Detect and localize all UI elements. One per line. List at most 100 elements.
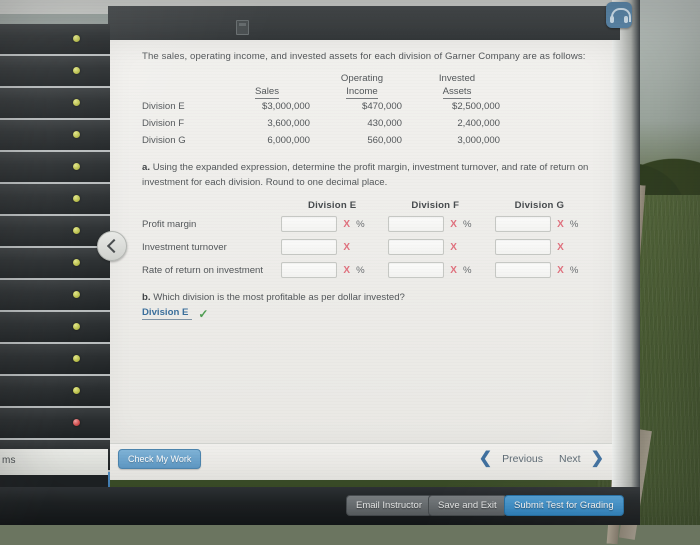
- navigator-row-9[interactable]: [0, 280, 110, 312]
- check-my-work-button[interactable]: Check My Work: [118, 449, 202, 469]
- save-and-exit-button[interactable]: Save and Exit: [428, 495, 507, 516]
- incorrect-mark-icon: X: [450, 264, 457, 276]
- navigator-row-2[interactable]: [0, 56, 110, 88]
- rate-of-return-input-g[interactable]: [495, 262, 552, 279]
- next-button[interactable]: Next: [553, 453, 587, 465]
- answer-cell-f: X: [388, 239, 495, 256]
- status-dot-answered: [73, 355, 80, 362]
- table-row: Division E $3,000,000 $470,000 $2,500,00…: [142, 98, 512, 115]
- answer-row-investment-turnover: Investment turnover X X X: [142, 237, 602, 257]
- status-dot-answered: [73, 163, 80, 170]
- row-invested-assets: $2,500,000: [451, 101, 500, 113]
- page-footer: Check My Work ❮ Previous Next ❯: [110, 443, 612, 480]
- chevron-right-icon[interactable]: ❯: [591, 451, 604, 467]
- question-intro: The sales, operating income, and investe…: [142, 51, 586, 62]
- status-dot-answered: [73, 387, 80, 394]
- unit-percent: %: [569, 218, 579, 230]
- incorrect-mark-icon: X: [557, 218, 564, 230]
- investment-turnover-input-f[interactable]: [388, 239, 445, 256]
- answer-row-label: Profit margin: [142, 218, 197, 230]
- status-dot-answered: [73, 291, 80, 298]
- table-row: Division F 3,600,000 430,000 2,400,000: [142, 115, 512, 132]
- profit-margin-input-f[interactable]: [388, 216, 445, 233]
- email-instructor-button[interactable]: Email Instructor: [346, 495, 432, 516]
- submit-test-button[interactable]: Submit Test for Grading: [504, 495, 624, 516]
- navigator-row-3[interactable]: [0, 88, 110, 120]
- investment-turnover-input-e[interactable]: [281, 239, 338, 256]
- status-dot-answered: [73, 131, 80, 138]
- navigator-row-10[interactable]: [0, 312, 110, 344]
- navigator-row-1[interactable]: [0, 24, 110, 56]
- navigator-row-5[interactable]: [0, 152, 110, 184]
- part-b-text: Which division is the most profitable as…: [153, 292, 405, 304]
- headset-band: [611, 8, 631, 22]
- header-invested-line1: Invested: [438, 73, 476, 85]
- answer-row-label: Rate of return on investment: [142, 264, 264, 276]
- row-division-label: Division G: [142, 135, 186, 147]
- header-corner: [142, 72, 224, 85]
- question-navigator-panel[interactable]: [0, 24, 110, 504]
- incorrect-mark-icon: X: [557, 241, 564, 253]
- check-icon: ✓: [198, 306, 209, 321]
- answer-cell-e: X %: [281, 262, 388, 279]
- table-body: Division E $3,000,000 $470,000 $2,500,00…: [142, 98, 512, 149]
- header-income: Income: [346, 86, 378, 100]
- navigator-row-13[interactable]: [0, 408, 110, 440]
- navigator-row-12[interactable]: [0, 376, 110, 408]
- previous-button[interactable]: Previous: [496, 453, 549, 465]
- header-assets: Assets: [442, 86, 472, 100]
- part-b-answer-value[interactable]: Division E: [142, 307, 193, 321]
- headset-earcup-left: [610, 16, 614, 23]
- navigator-row-8[interactable]: [0, 248, 110, 280]
- status-dot-answered: [73, 195, 80, 202]
- status-dot-answered: [73, 99, 80, 106]
- incorrect-mark-icon: X: [557, 264, 564, 276]
- navigator-row-6[interactable]: [0, 184, 110, 216]
- profit-margin-input-g[interactable]: [495, 216, 552, 233]
- rate-of-return-input-f[interactable]: [388, 262, 445, 279]
- chevron-left-icon: [106, 238, 122, 254]
- question-content: The sales, operating income, and investe…: [142, 50, 602, 321]
- answer-cell-g: X %: [495, 262, 602, 279]
- part-b-answer-line: Division E ✓: [142, 306, 209, 321]
- chevron-left-icon[interactable]: ❮: [479, 451, 492, 467]
- navigator-row-4[interactable]: [0, 120, 110, 152]
- part-a-marker: a.: [142, 162, 151, 174]
- unit-percent: %: [569, 264, 579, 276]
- part-a-answer-grid: Division E Division F Division G Profit …: [142, 200, 602, 280]
- unit-percent: %: [356, 218, 365, 230]
- headset-earcup-right: [624, 16, 628, 23]
- navigator-row-11[interactable]: [0, 344, 110, 376]
- answer-cell-f: X %: [388, 216, 495, 233]
- incorrect-mark-icon: X: [450, 218, 457, 230]
- rate-of-return-input-e[interactable]: [281, 262, 338, 279]
- collapse-panel-button[interactable]: [97, 231, 127, 261]
- row-division-label: Division E: [142, 101, 185, 113]
- status-dot-answered: [73, 227, 80, 234]
- answer-header-division-f: Division F: [411, 200, 460, 212]
- answer-cell-e: X %: [281, 216, 388, 233]
- answer-header-division-g: Division G: [514, 200, 565, 212]
- row-division-label: Division F: [142, 118, 185, 130]
- headset-support-icon[interactable]: [606, 2, 632, 28]
- investment-turnover-input-g[interactable]: [495, 239, 552, 256]
- row-invested-assets: 2,400,000: [457, 118, 500, 130]
- answer-cell-g: X %: [495, 216, 602, 233]
- profit-margin-input-e[interactable]: [281, 216, 338, 233]
- part-b-answer-wrap: Division E ✓: [142, 303, 602, 321]
- incorrect-mark-icon: X: [343, 218, 351, 230]
- screen-bezel-right: [620, 0, 640, 525]
- part-a-question: a. Using the expanded expression, determ…: [142, 161, 602, 190]
- answer-row-rate-of-return: Rate of return on investment X % X % X %: [142, 260, 602, 280]
- division-data-table: Operating Invested Sales Income Assets D…: [142, 72, 512, 149]
- part-b-marker: b.: [142, 292, 151, 304]
- part-a-text: Using the expanded expression, determine…: [142, 162, 589, 188]
- pagination-controls: ❮ Previous Next ❯: [479, 451, 604, 467]
- answer-header-division-e: Division E: [308, 200, 357, 212]
- navigator-row-7[interactable]: [0, 216, 110, 248]
- part-b-question: b. Which division is the most profitable…: [142, 292, 602, 321]
- page-icon: [236, 20, 249, 35]
- header-operating-line1: Operating: [340, 73, 384, 85]
- laptop-screen: ms The sales, operating income, and inve…: [0, 0, 640, 525]
- row-operating-income: 560,000: [367, 135, 402, 147]
